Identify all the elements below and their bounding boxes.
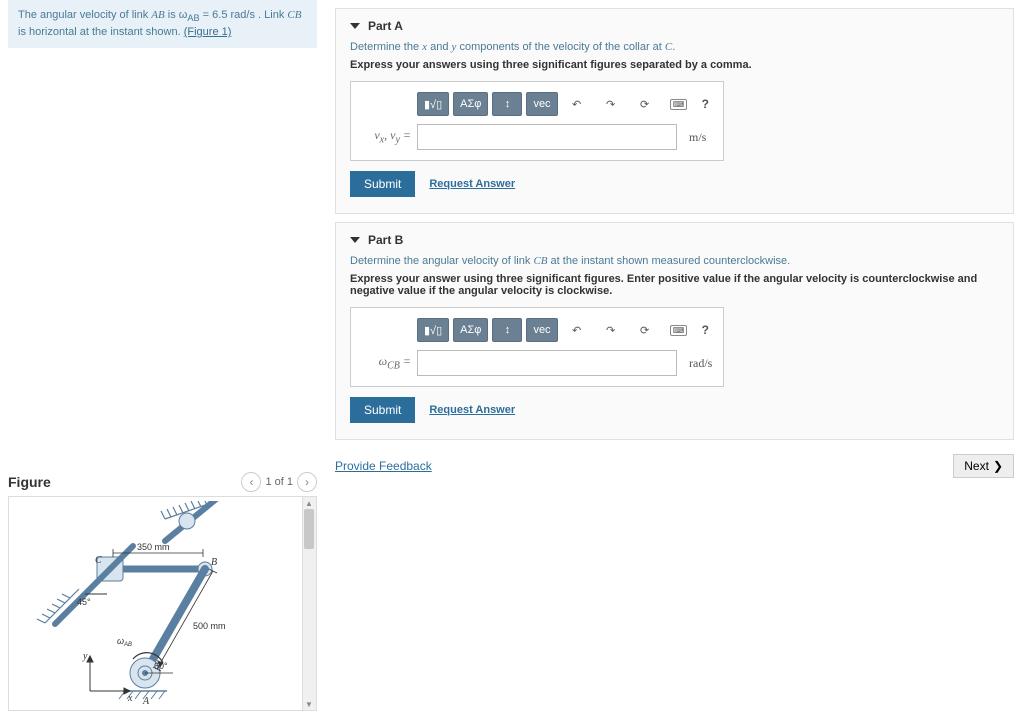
part-a-unit: m/s	[689, 130, 706, 145]
part-a-answer-box: ▮√▯ ΑΣφ ↕ vec ↶ ↷ ⟳ ⌨ ? vx, vy = m/s	[350, 81, 724, 161]
dim-500: 500 mm	[193, 621, 226, 631]
part-a-instruction: Determine the x and y components of the …	[350, 41, 999, 53]
scroll-down-icon[interactable]: ▼	[302, 698, 316, 710]
scroll-thumb[interactable]	[304, 509, 314, 549]
keyboard-button[interactable]: ⌨	[664, 92, 694, 116]
part-a-block: Part A Determine the x and y components …	[335, 8, 1014, 214]
caret-down-icon	[350, 237, 360, 243]
part-a-request-answer-link[interactable]: Request Answer	[429, 178, 515, 190]
reset-button[interactable]: ⟳	[630, 92, 660, 116]
problem-unit: rad/s	[231, 9, 255, 21]
undo-button[interactable]: ↶	[562, 92, 592, 116]
figure-next-button[interactable]: ›	[297, 472, 317, 492]
templates-button[interactable]: ▮√▯	[417, 92, 449, 116]
reset-icon: ⟳	[640, 98, 649, 111]
part-b-answer-input[interactable]	[417, 350, 677, 376]
redo-icon: ↷	[606, 98, 615, 111]
label-A: A	[142, 696, 150, 706]
keyboard-icon: ⌨	[670, 325, 688, 336]
part-a-title: Part A	[368, 19, 403, 33]
part-b-var-label: ωCB =	[361, 354, 411, 371]
chevron-left-icon: ‹	[249, 475, 253, 489]
part-b-title: Part B	[368, 233, 403, 247]
scroll-up-icon[interactable]: ▲	[302, 497, 316, 509]
dim-350: 350 mm	[137, 542, 170, 552]
next-label: Next	[964, 459, 989, 473]
undo-button[interactable]: ↶	[562, 318, 592, 342]
part-b-unit: rad/s	[689, 356, 712, 371]
help-button[interactable]: ?	[698, 323, 713, 337]
part-b-block: Part B Determine the angular velocity of…	[335, 222, 1014, 440]
figure-scrollbar[interactable]: ▲ ▼	[302, 497, 316, 710]
subsup-button[interactable]: ↕	[492, 92, 522, 116]
problem-text-post: is horizontal at the instant shown.	[18, 26, 184, 38]
redo-button[interactable]: ↷	[596, 318, 626, 342]
problem-text-mid3: . Link	[255, 9, 287, 21]
chevron-right-icon: ❯	[993, 459, 1003, 473]
part-a-format: Express your answers using three signifi…	[350, 59, 999, 71]
templates-button[interactable]: ▮√▯	[417, 318, 449, 342]
mechanism-diagram: B C A x y 350 mm 500 mm 45° 60° ωAB	[9, 497, 316, 711]
problem-text-pre: The angular velocity of link	[18, 9, 151, 21]
part-a-submit-button[interactable]: Submit	[350, 171, 415, 197]
help-button[interactable]: ?	[698, 97, 713, 111]
label-C: C	[95, 555, 102, 566]
part-b-answer-box: ▮√▯ ΑΣφ ↕ vec ↶ ↷ ⟳ ⌨ ? ωCB = rad/s	[350, 307, 724, 387]
problem-text-mid2: = 6.5	[200, 9, 231, 21]
chevron-right-icon: ›	[305, 475, 309, 489]
part-b-toolbar: ▮√▯ ΑΣφ ↕ vec ↶ ↷ ⟳ ⌨ ?	[417, 318, 713, 342]
label-x: x	[127, 693, 133, 704]
figure-page-indicator: 1 of 1	[265, 476, 293, 488]
part-b-instruction: Determine the angular velocity of link C…	[350, 255, 999, 267]
figure-viewport: B C A x y 350 mm 500 mm 45° 60° ωAB	[8, 496, 317, 711]
redo-button[interactable]: ↷	[596, 92, 626, 116]
part-b-request-answer-link[interactable]: Request Answer	[429, 404, 515, 416]
figure-pager: ‹ 1 of 1 ›	[241, 472, 317, 492]
next-button[interactable]: Next ❯	[953, 454, 1014, 478]
problem-statement: The angular velocity of link AB is ωAB =…	[8, 0, 317, 48]
redo-icon: ↷	[606, 324, 615, 337]
problem-text-mid1: is ω	[165, 9, 188, 21]
part-b-header[interactable]: Part B	[350, 233, 999, 247]
link-cb: CB	[287, 9, 301, 21]
reset-button[interactable]: ⟳	[630, 318, 660, 342]
part-b-submit-button[interactable]: Submit	[350, 397, 415, 423]
part-b-format: Express your answer using three signific…	[350, 273, 999, 297]
greek-button[interactable]: ΑΣφ	[453, 318, 488, 342]
part-a-header[interactable]: Part A	[350, 19, 999, 33]
vec-button[interactable]: vec	[526, 92, 557, 116]
link-ab: AB	[151, 9, 164, 21]
undo-icon: ↶	[572, 98, 581, 111]
subsup-button[interactable]: ↕	[492, 318, 522, 342]
figure-link[interactable]: (Figure 1)	[184, 26, 232, 38]
label-y: y	[82, 651, 88, 662]
caret-down-icon	[350, 23, 360, 29]
angle-45: 45°	[77, 597, 91, 607]
reset-icon: ⟳	[640, 324, 649, 337]
greek-button[interactable]: ΑΣφ	[453, 92, 488, 116]
part-a-answer-input[interactable]	[417, 124, 677, 150]
undo-icon: ↶	[572, 324, 581, 337]
figure-title: Figure	[8, 474, 51, 490]
figure-prev-button[interactable]: ‹	[241, 472, 261, 492]
vec-button[interactable]: vec	[526, 318, 557, 342]
keyboard-button[interactable]: ⌨	[664, 318, 694, 342]
part-a-var-label: vx, vy =	[361, 128, 411, 145]
keyboard-icon: ⌨	[670, 99, 688, 110]
part-a-toolbar: ▮√▯ ΑΣφ ↕ vec ↶ ↷ ⟳ ⌨ ?	[417, 92, 713, 116]
label-omega: ωAB	[117, 636, 132, 648]
label-B: B	[211, 557, 217, 568]
angle-60: 60°	[154, 661, 168, 671]
provide-feedback-link[interactable]: Provide Feedback	[335, 459, 432, 473]
sub-ab: AB	[187, 13, 199, 23]
